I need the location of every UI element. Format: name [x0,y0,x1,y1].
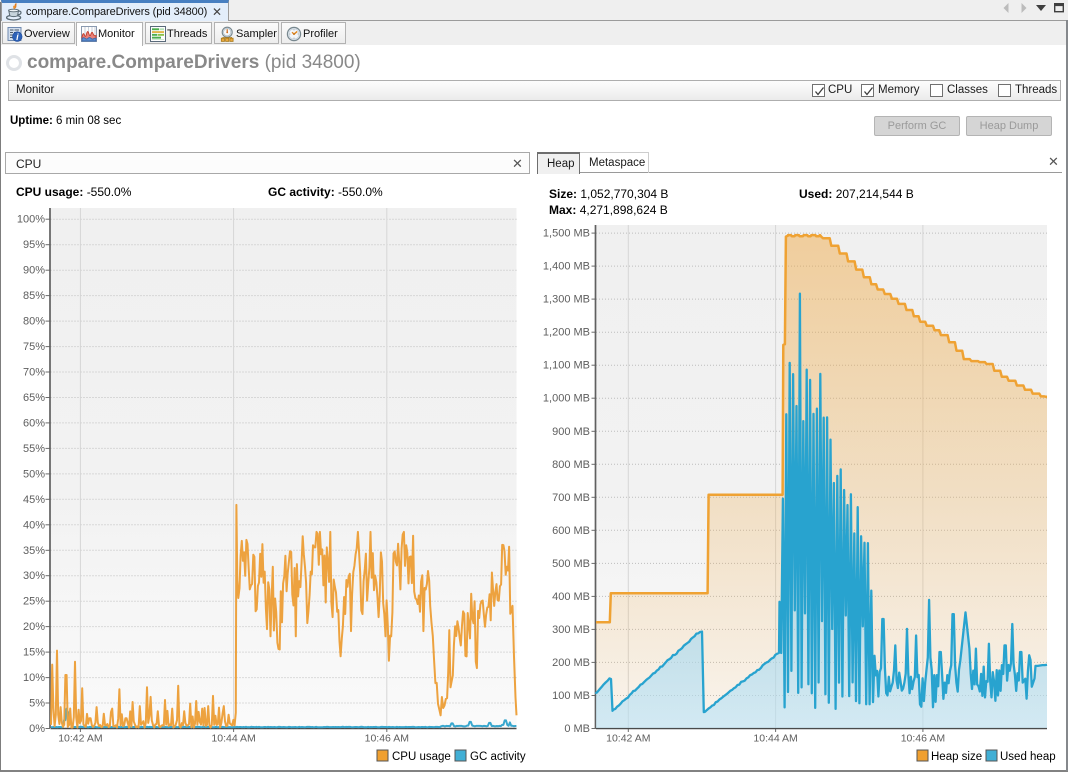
svg-text:40%: 40% [23,519,45,531]
svg-text:Heap size: Heap size [931,751,982,763]
svg-text:10%: 10% [23,672,45,684]
svg-text:10:46 AM: 10:46 AM [901,733,945,745]
svg-text:45%: 45% [23,494,45,506]
svg-text:100%: 100% [17,214,45,226]
svg-text:600 MB: 600 MB [552,525,590,537]
svg-text:30%: 30% [23,570,45,582]
svg-text:95%: 95% [23,239,45,251]
svg-text:GC activity: -550.0%: GC activity: -550.0% [268,185,383,199]
svg-text:800 MB: 800 MB [552,459,590,471]
svg-text:500 MB: 500 MB [552,558,590,570]
svg-text:GC activity: GC activity [470,751,526,763]
svg-text:Size: 1,052,770,304 B: Size: 1,052,770,304 B [549,187,668,201]
svg-text:10:42 AM: 10:42 AM [606,733,650,745]
svg-text:1,400 MB: 1,400 MB [543,261,590,273]
svg-text:50%: 50% [23,468,45,480]
svg-text:35%: 35% [23,545,45,557]
svg-text:1,000 MB: 1,000 MB [543,393,590,405]
svg-text:5%: 5% [29,698,45,710]
svg-text:0 MB: 0 MB [564,723,590,735]
svg-text:200 MB: 200 MB [552,657,590,669]
svg-text:10:44 AM: 10:44 AM [211,733,255,745]
svg-text:300 MB: 300 MB [552,624,590,636]
svg-text:100 MB: 100 MB [552,690,590,702]
svg-text:0%: 0% [29,723,45,735]
svg-text:10:46 AM: 10:46 AM [365,733,409,745]
svg-text:20%: 20% [23,621,45,633]
svg-text:1,200 MB: 1,200 MB [543,327,590,339]
svg-text:900 MB: 900 MB [552,426,590,438]
svg-text:1,300 MB: 1,300 MB [543,294,590,306]
svg-text:1,500 MB: 1,500 MB [543,228,590,240]
svg-text:Used heap: Used heap [1000,751,1056,763]
svg-text:10:42 AM: 10:42 AM [58,733,102,745]
svg-text:60%: 60% [23,417,45,429]
svg-text:15%: 15% [23,647,45,659]
svg-text:90%: 90% [23,265,45,277]
svg-text:85%: 85% [23,290,45,302]
svg-text:75%: 75% [23,341,45,353]
svg-text:70%: 70% [23,367,45,379]
svg-text:1,100 MB: 1,100 MB [543,360,590,372]
svg-text:65%: 65% [23,392,45,404]
svg-text:400 MB: 400 MB [552,591,590,603]
svg-text:CPU usage: CPU usage [392,751,451,763]
svg-text:10:44 AM: 10:44 AM [753,733,797,745]
svg-text:25%: 25% [23,596,45,608]
svg-text:Max: 4,271,898,624 B: Max: 4,271,898,624 B [549,203,668,217]
svg-text:55%: 55% [23,443,45,455]
svg-text:CPU usage: -550.0%: CPU usage: -550.0% [16,185,132,199]
svg-text:80%: 80% [23,316,45,328]
svg-text:700 MB: 700 MB [552,492,590,504]
svg-text:Used: 207,214,544 B: Used: 207,214,544 B [799,187,914,201]
